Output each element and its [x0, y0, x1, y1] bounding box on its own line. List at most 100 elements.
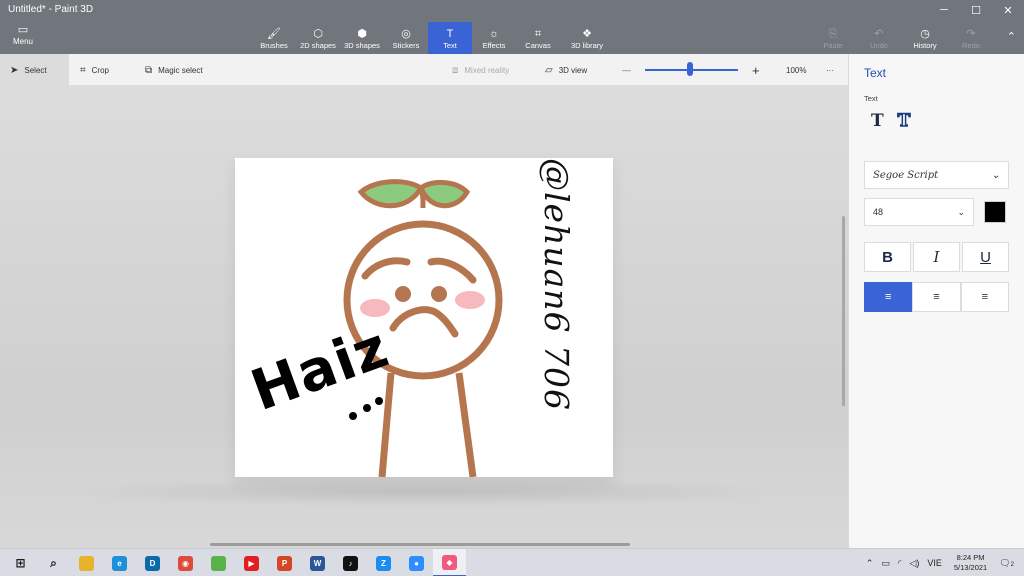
magic-select-button[interactable]: ⧉ Magic select: [145, 54, 203, 86]
drawing-canvas[interactable]: Haiz @lehuan6 706: [235, 158, 613, 477]
tab-effects[interactable]: ☼ Effects: [472, 22, 516, 54]
tray-chevron-icon[interactable]: ⌃: [866, 558, 874, 569]
clock-time: 8:24 PM: [956, 553, 985, 562]
system-tray: ⌃ ▭ ◜ ◁) VIE 8:24 PM 5/13/2021 🗨2: [862, 549, 1018, 576]
taskbar-app[interactable]: ▶: [235, 549, 268, 576]
signature-text-box[interactable]: @lehuan6 706: [537, 158, 576, 477]
history-label: History: [913, 40, 937, 50]
notifications-icon[interactable]: 🗨2: [999, 558, 1014, 569]
dot-3: [375, 397, 383, 405]
text-icon: T: [446, 27, 454, 40]
3d-view-button[interactable]: ▱ 3D view: [545, 54, 587, 86]
font-size-dropdown[interactable]: 48 ⌄: [864, 198, 974, 226]
text-color-swatch[interactable]: [984, 201, 1006, 223]
taskbar-app[interactable]: e: [103, 549, 136, 576]
3d-view-icon: ▱: [545, 64, 553, 76]
mixed-reality-button[interactable]: ⧈ Mixed reality: [452, 54, 509, 86]
tab-label: 3D shapes: [344, 40, 380, 50]
taskbar: ⊞ ⌕ e D ◉ ▶ P W ♪ Z ● ◆ ⌃ ▭ ◜ ◁) VIE 8:24 PM 5/13/2…: [0, 548, 1024, 576]
collapse-ribbon-icon[interactable]: ⌃: [1007, 30, 1016, 43]
vertical-scrollbar[interactable]: [842, 216, 845, 406]
taskbar-app[interactable]: P: [268, 549, 301, 576]
paste-button[interactable]: ⎘ Paste: [810, 22, 856, 54]
tab-canvas[interactable]: ⌗ Canvas: [516, 22, 560, 54]
taskbar-app[interactable]: [202, 549, 235, 576]
tab-2d-shapes[interactable]: ⬡ 2D shapes: [296, 22, 340, 54]
tab-3d-library[interactable]: ❖ 3D library: [560, 22, 614, 54]
more-options-button[interactable]: ···: [826, 54, 834, 86]
battery-icon[interactable]: ▭: [881, 558, 890, 569]
horizontal-scrollbar[interactable]: [210, 543, 630, 546]
taskbar-app[interactable]: ●: [400, 549, 433, 576]
tab-text[interactable]: T Text: [428, 22, 472, 54]
signature-text: @lehuan6 706: [537, 158, 576, 411]
paste-label: Paste: [823, 40, 843, 50]
floor-shadow: [60, 478, 790, 506]
zoom-slider-thumb[interactable]: [686, 62, 693, 76]
taskbar-app[interactable]: ◆: [433, 549, 466, 576]
taskbar-app[interactable]: ⌕: [37, 549, 70, 576]
select-button[interactable]: ➤ Select: [0, 54, 69, 86]
volume-icon[interactable]: ◁): [909, 558, 919, 569]
tab-label: Stickers: [392, 40, 420, 50]
maximize-button[interactable]: ☐: [960, 0, 992, 20]
app-green-icon: [211, 555, 226, 571]
workspace: Haiz @lehuan6 706: [0, 86, 848, 548]
tab-stickers[interactable]: ◎ Stickers: [384, 22, 428, 54]
redo-label: Redo: [962, 40, 980, 50]
redo-button[interactable]: ↷ Redo: [948, 22, 994, 54]
text-panel: Text Text T T Segoe Script ⌄ 48 ⌄ B I U …: [848, 54, 1024, 548]
window-title: Untitled* - Paint 3D: [8, 4, 94, 15]
sun-icon: ☼: [488, 27, 500, 40]
italic-button[interactable]: I: [913, 242, 960, 272]
file-explorer-icon: [79, 555, 94, 571]
taskbar-app[interactable]: ♪: [334, 549, 367, 576]
taskbar-app[interactable]: W: [301, 549, 334, 576]
wifi-icon[interactable]: ◜: [898, 558, 902, 569]
taskbar-app[interactable]: ⊞: [4, 549, 37, 576]
alignment-buttons: ≡ ≡ ≡: [864, 282, 1009, 312]
close-button[interactable]: ✕: [992, 0, 1024, 20]
zoom-level[interactable]: 100%: [786, 54, 806, 86]
sticker-icon: ◎: [401, 27, 411, 40]
font-size-value: 48: [873, 207, 884, 217]
tab-3d-shapes[interactable]: ⬢ 3D shapes: [340, 22, 384, 54]
taskbar-app[interactable]: ◉: [169, 549, 202, 576]
edge-icon: e: [112, 555, 127, 571]
3d-view-label: 3D view: [558, 65, 588, 75]
align-right-button[interactable]: ≡: [960, 282, 1009, 312]
bold-button[interactable]: B: [864, 242, 911, 272]
undo-button[interactable]: ↶ Undo: [856, 22, 902, 54]
text-type-tools: T T: [871, 110, 911, 132]
align-left-icon: ≡: [884, 291, 892, 303]
undo-label: Undo: [870, 40, 888, 50]
underline-button[interactable]: U: [962, 242, 1009, 272]
format-buttons: B I U: [864, 242, 1009, 272]
taskbar-app[interactable]: [70, 549, 103, 576]
panel-subtitle: Text: [864, 94, 878, 103]
taskbar-app[interactable]: Z: [367, 549, 400, 576]
align-left-button[interactable]: ≡: [864, 282, 913, 312]
brush-icon: 🖌: [267, 27, 281, 40]
zoom-in-button[interactable]: +: [752, 54, 760, 86]
3d-text-icon[interactable]: T: [897, 110, 911, 132]
search-icon: ⌕: [50, 555, 57, 570]
zalo-icon: Z: [376, 555, 391, 571]
pointer-icon: ➤: [10, 64, 19, 76]
tab-brushes[interactable]: 🖌 Brushes: [252, 22, 296, 54]
minimize-button[interactable]: ─: [928, 0, 960, 20]
taskbar-app[interactable]: D: [136, 549, 169, 576]
zoom-out-button[interactable]: —: [622, 54, 631, 86]
dot-2: [363, 404, 371, 412]
2d-text-icon[interactable]: T: [871, 111, 884, 131]
font-family-dropdown[interactable]: Segoe Script ⌄: [864, 161, 1009, 189]
menu-button[interactable]: ▭ Menu: [6, 24, 40, 50]
crop-button[interactable]: ⌗ Crop: [80, 54, 109, 86]
language-indicator[interactable]: VIE: [927, 558, 942, 568]
ribbon-actions: ⎘ Paste ↶ Undo ◷ History ↷ Redo: [810, 22, 994, 54]
history-button[interactable]: ◷ History: [902, 22, 948, 54]
ribbon-tools: 🖌 Brushes ⬡ 2D shapes ⬢ 3D shapes ◎ Stickers…: [252, 22, 614, 54]
cube-icon: ⬢: [357, 27, 367, 40]
align-center-button[interactable]: ≡: [912, 282, 961, 312]
clock[interactable]: 8:24 PM 5/13/2021: [954, 553, 987, 573]
